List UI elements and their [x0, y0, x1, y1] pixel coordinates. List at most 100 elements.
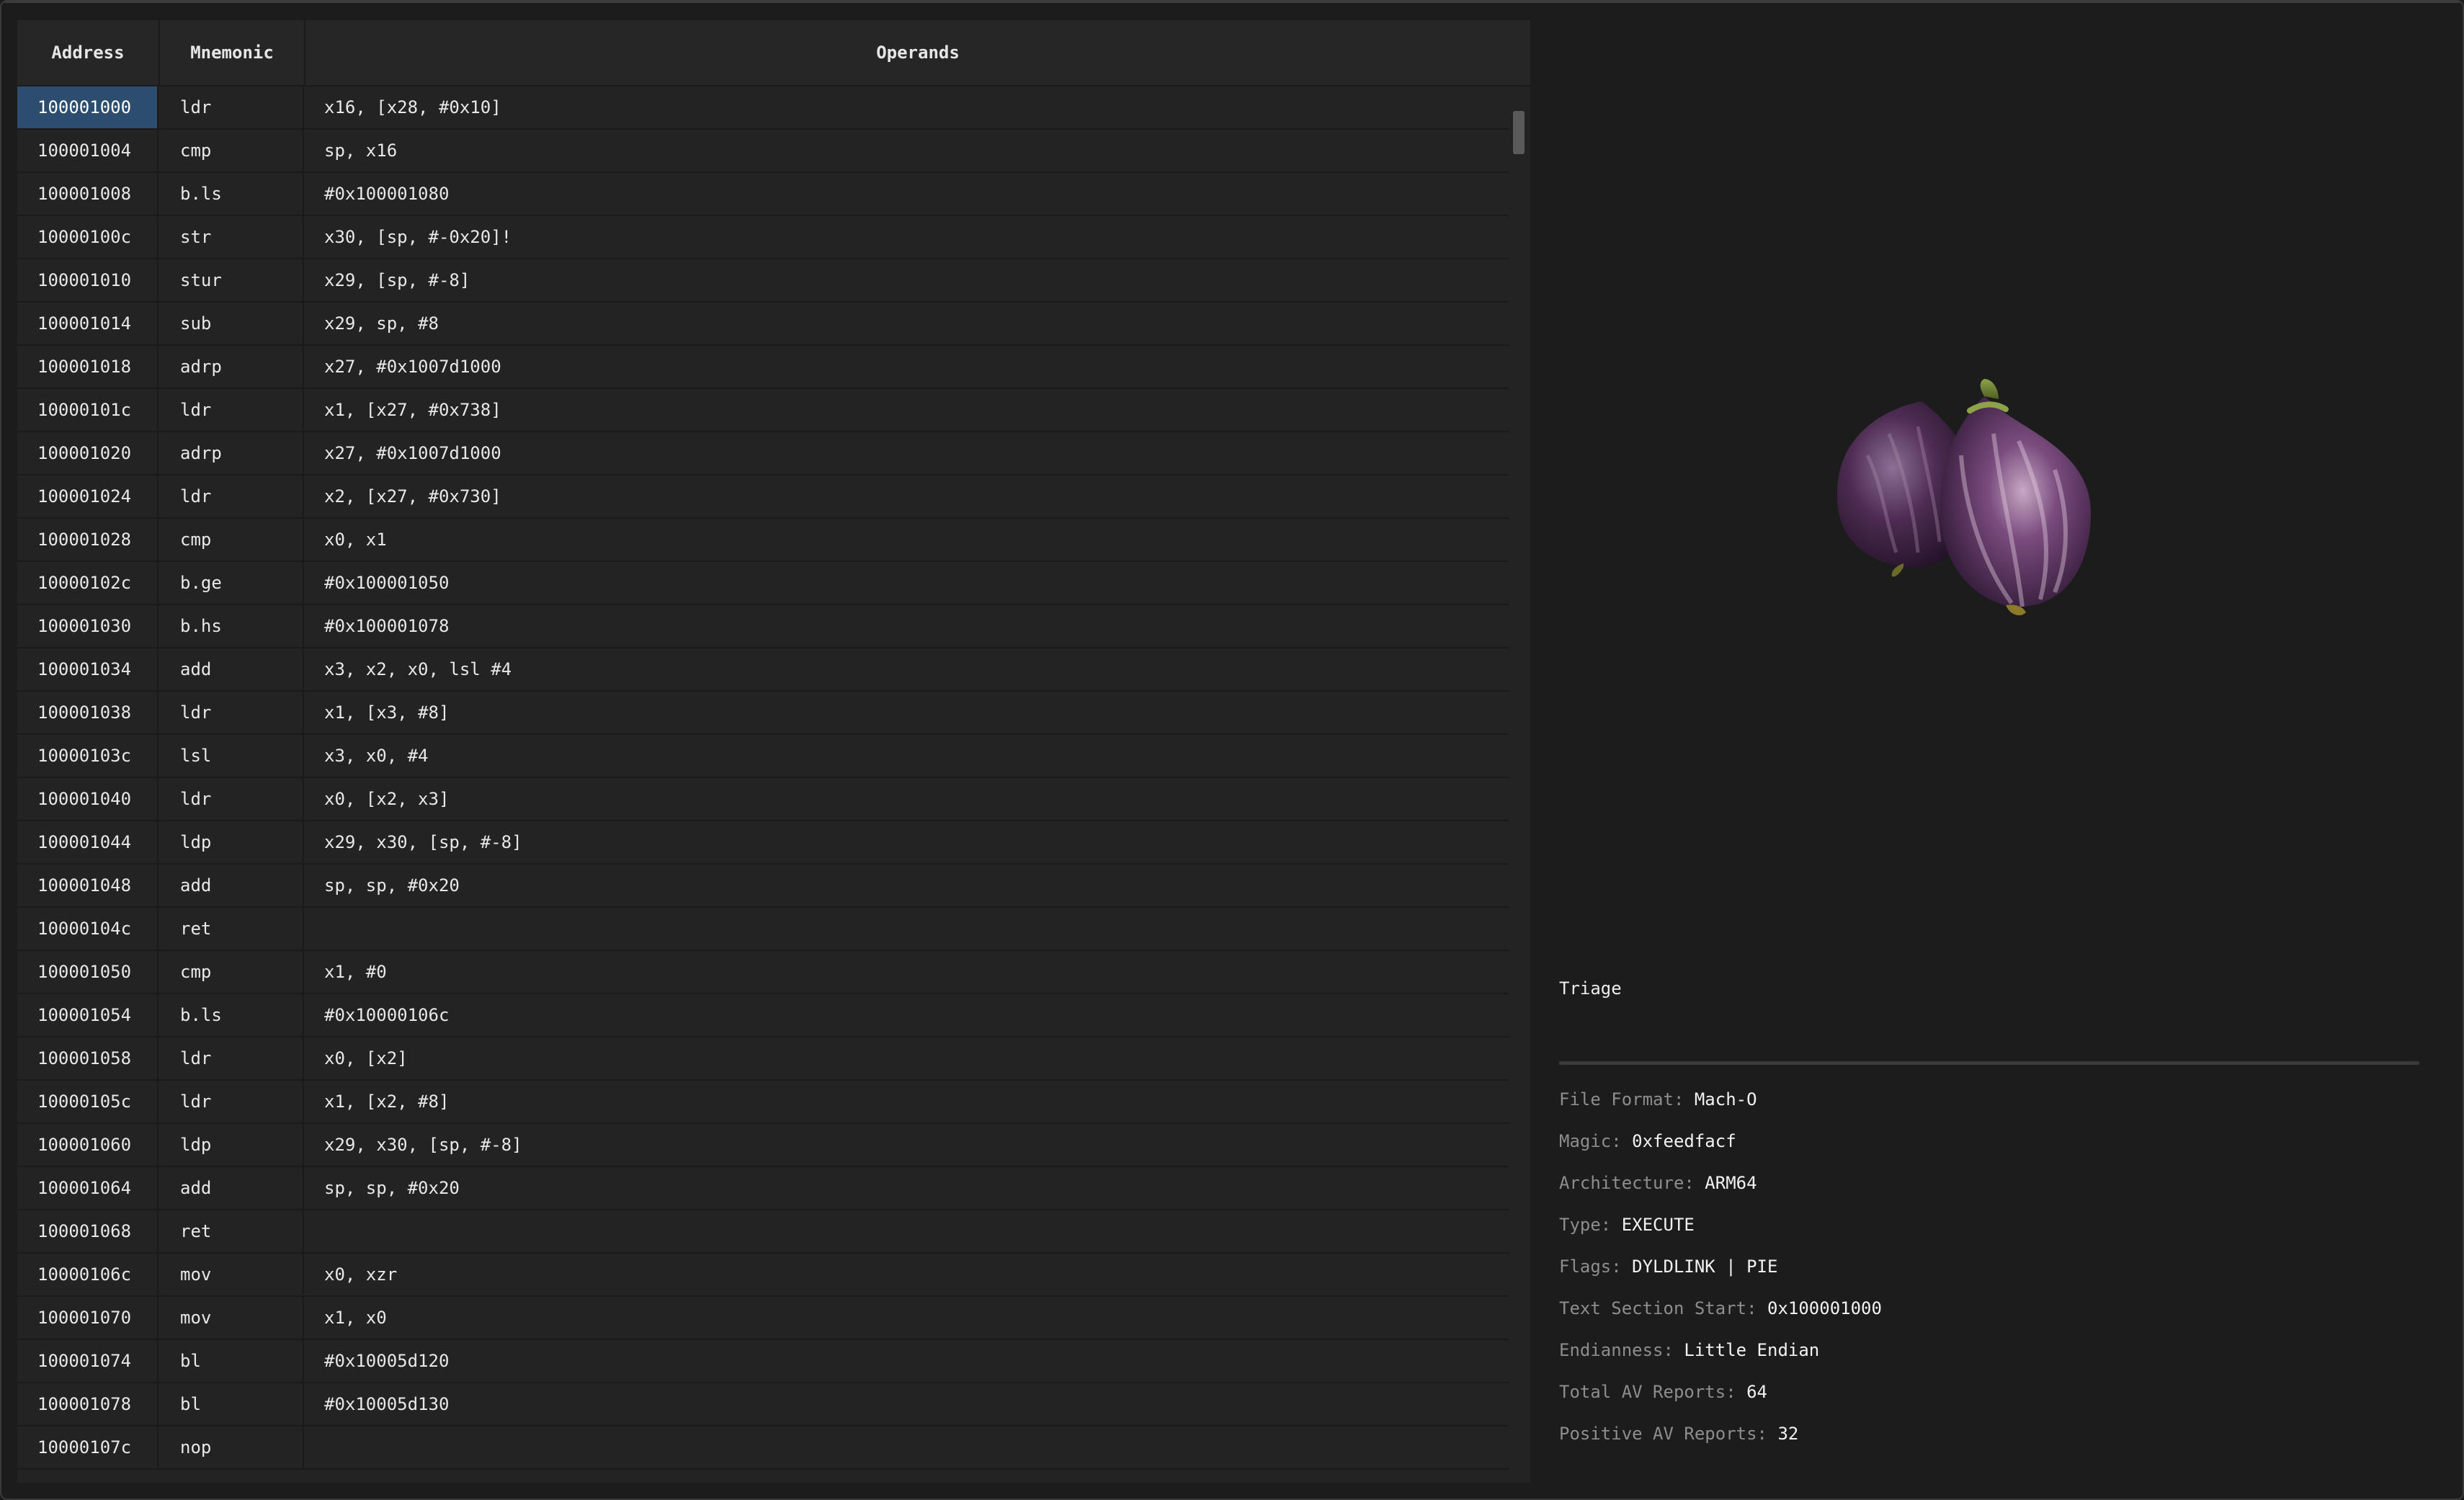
- operands-cell: x29, sp, #8: [324, 313, 439, 334]
- table-row[interactable]: 100001010 stur x29, [sp, #-8]: [17, 259, 1509, 303]
- table-row[interactable]: 100001060 ldp x29, x30, [sp, #-8]: [17, 1124, 1509, 1167]
- operands-cell: x1, [x2, #8]: [324, 1091, 450, 1112]
- operands-cell: sp, sp, #0x20: [324, 1178, 460, 1198]
- address-cell: 10000107c: [17, 1427, 159, 1468]
- address-cell: 100001030: [17, 605, 159, 647]
- table-row[interactable]: 100001008 b.ls #0x100001080: [17, 173, 1509, 216]
- mnemonic-cell: ldr: [160, 389, 304, 431]
- operands-cell: x0, [x2, x3]: [324, 789, 450, 809]
- triage-item-label: File Format:: [1559, 1089, 1684, 1110]
- table-row[interactable]: 100001020 adrp x27, #0x1007d1000: [17, 432, 1509, 476]
- triage-item: File Format: Mach-O: [1559, 1079, 1882, 1121]
- triage-item: Flags: DYLDLINK | PIE: [1559, 1246, 1882, 1288]
- table-row[interactable]: 100001054 b.ls #0x10000106c: [17, 994, 1509, 1037]
- table-row[interactable]: 10000105c ldr x1, [x2, #8]: [17, 1081, 1509, 1124]
- mnemonic-cell: sub: [160, 303, 304, 344]
- table-row[interactable]: 100001044 ldp x29, x30, [sp, #-8]: [17, 821, 1509, 865]
- mnemonic-cell: mov: [160, 1297, 304, 1339]
- address-cell: 10000100c: [17, 216, 159, 258]
- operands-cell: [305, 1427, 324, 1468]
- mnemonic-cell: b.ls: [160, 994, 304, 1036]
- address-cell: 10000103c: [17, 735, 159, 777]
- table-row[interactable]: 10000100c str x30, [sp, #-0x20]!: [17, 216, 1509, 259]
- table-row[interactable]: 100001000 ldr x16, [x28, #0x10]: [17, 86, 1509, 130]
- address-cell: 100001060: [17, 1124, 159, 1166]
- table-row[interactable]: 10000106c mov x0, xzr: [17, 1254, 1509, 1297]
- column-header-operands[interactable]: Operands: [305, 20, 1530, 85]
- mnemonic-cell: b.hs: [160, 605, 304, 647]
- mnemonic-cell: cmp: [160, 130, 304, 171]
- mnemonic-cell: cmp: [160, 951, 304, 993]
- window-top-border: [1, 1, 2463, 3]
- table-row[interactable]: 100001040 ldr x0, [x2, x3]: [17, 778, 1509, 821]
- operands-cell: #0x10005d130: [324, 1394, 450, 1414]
- table-row[interactable]: 100001074 bl #0x10005d120: [17, 1340, 1509, 1383]
- table-row[interactable]: 100001030 b.hs #0x100001078: [17, 605, 1509, 648]
- operands-cell: x29, x30, [sp, #-8]: [324, 832, 522, 852]
- operands-cell: x0, xzr: [324, 1264, 398, 1285]
- operands-cell: x2, [x27, #0x730]: [324, 486, 501, 506]
- table-row[interactable]: 100001078 bl #0x10005d130: [17, 1383, 1509, 1427]
- operands-cell: [305, 1210, 324, 1252]
- operands-cell: #0x10000106c: [324, 1005, 450, 1025]
- table-row[interactable]: 100001038 ldr x1, [x3, #8]: [17, 692, 1509, 735]
- scrollbar-thumb[interactable]: [1513, 111, 1525, 154]
- operands-cell: sp, x16: [324, 140, 398, 161]
- triage-item: Text Section Start: 0x100001000: [1559, 1288, 1882, 1330]
- address-cell: 100001000: [17, 86, 159, 128]
- operands-cell: #0x100001078: [324, 616, 450, 636]
- mnemonic-cell: ldr: [160, 1037, 304, 1079]
- table-row[interactable]: 100001050 cmp x1, #0: [17, 951, 1509, 994]
- table-row[interactable]: 100001058 ldr x0, [x2]: [17, 1037, 1509, 1081]
- table-row[interactable]: 100001028 cmp x0, x1: [17, 519, 1509, 562]
- table-row[interactable]: 100001018 adrp x27, #0x1007d1000: [17, 346, 1509, 389]
- triage-item-value: Mach-O: [1694, 1089, 1757, 1110]
- triage-item-label: Architecture:: [1559, 1173, 1695, 1193]
- table-row[interactable]: 10000102c b.ge #0x100001050: [17, 562, 1509, 605]
- triage-item-value: 0x100001000: [1767, 1298, 1882, 1318]
- triage-item-value: 0xfeedfacf: [1632, 1131, 1736, 1151]
- table-row[interactable]: 100001070 mov x1, x0: [17, 1297, 1509, 1340]
- table-row[interactable]: 10000101c ldr x1, [x27, #0x738]: [17, 389, 1509, 432]
- triage-item-value: 32: [1777, 1424, 1799, 1444]
- table-row[interactable]: 100001014 sub x29, sp, #8: [17, 303, 1509, 346]
- table-scrollbar[interactable]: [1509, 86, 1529, 1483]
- table-row[interactable]: 100001068 ret: [17, 1210, 1509, 1254]
- mnemonic-cell: ldp: [160, 1124, 304, 1166]
- table-row[interactable]: 100001064 add sp, sp, #0x20: [17, 1167, 1509, 1210]
- address-cell: 100001058: [17, 1037, 159, 1079]
- address-cell: 100001068: [17, 1210, 159, 1252]
- triage-info-list: File Format: Mach-O Magic: 0xfeedfacf Arch…: [1559, 1079, 1882, 1455]
- table-row[interactable]: 10000107c nop: [17, 1427, 1509, 1470]
- table-body: 100001000 ldr x16, [x28, #0x10] 100001004 cm…: [17, 86, 1509, 1483]
- address-cell: 100001028: [17, 519, 159, 561]
- address-cell: 100001074: [17, 1340, 159, 1382]
- table-row[interactable]: 10000103c lsl x3, x0, #4: [17, 735, 1509, 778]
- mnemonic-cell: ldr: [160, 1081, 304, 1122]
- table-row[interactable]: 100001004 cmp sp, x16: [17, 130, 1509, 173]
- triage-item-label: Magic:: [1559, 1131, 1622, 1151]
- column-header-address[interactable]: Address: [17, 20, 160, 85]
- column-header-mnemonic[interactable]: Mnemonic: [160, 20, 305, 85]
- disassembly-table: Address Mnemonic Operands 100001000 ldr x1…: [17, 20, 1530, 1483]
- fig-icon: [1836, 379, 2091, 616]
- table-row[interactable]: 100001024 ldr x2, [x27, #0x730]: [17, 476, 1509, 519]
- address-cell: 10000101c: [17, 389, 159, 431]
- triage-title: Triage: [1559, 978, 1622, 999]
- mnemonic-cell: ret: [160, 1210, 304, 1252]
- table-row[interactable]: 100001034 add x3, x2, x0, lsl #4: [17, 648, 1509, 692]
- triage-item: Magic: 0xfeedfacf: [1559, 1121, 1882, 1163]
- mnemonic-cell: ret: [160, 908, 304, 950]
- operands-cell: x0, [x2]: [324, 1048, 408, 1068]
- address-cell: 100001040: [17, 778, 159, 820]
- mnemonic-cell: adrp: [160, 346, 304, 388]
- address-cell: 100001070: [17, 1297, 159, 1339]
- address-cell: 10000106c: [17, 1254, 159, 1295]
- mnemonic-cell: adrp: [160, 432, 304, 474]
- address-cell: 100001024: [17, 476, 159, 517]
- triage-item: Architecture: ARM64: [1559, 1163, 1882, 1205]
- table-row[interactable]: 100001048 add sp, sp, #0x20: [17, 865, 1509, 908]
- address-cell: 100001078: [17, 1383, 159, 1425]
- table-row[interactable]: 10000104c ret: [17, 908, 1509, 951]
- operands-cell: x27, #0x1007d1000: [324, 443, 501, 463]
